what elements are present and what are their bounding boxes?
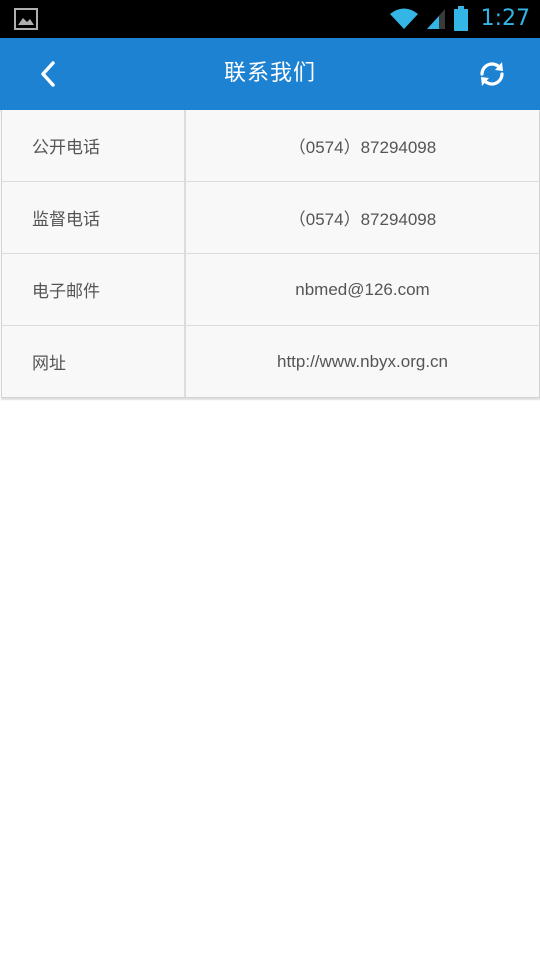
status-time: 1:27 xyxy=(480,6,530,31)
chevron-left-icon xyxy=(41,61,55,87)
page-title: 联系我们 xyxy=(223,61,316,86)
refresh-icon xyxy=(480,62,504,86)
status-bar: 1:27 xyxy=(0,0,540,38)
cell-signal-icon xyxy=(426,9,445,29)
image-notification-icon xyxy=(14,8,38,30)
contact-label: 电子邮件 xyxy=(2,254,186,325)
contact-value[interactable]: （0574）87294098 xyxy=(186,110,539,181)
contact-row-supervision-phone: 监督电话 （0574）87294098 xyxy=(2,182,539,254)
status-indicators: 1:27 xyxy=(389,0,530,38)
app-bar: 联系我们 xyxy=(0,38,540,110)
contact-label: 网址 xyxy=(2,326,186,397)
contact-label: 监督电话 xyxy=(2,182,186,253)
contact-value[interactable]: http://www.nbyx.org.cn xyxy=(186,326,539,397)
wifi-icon xyxy=(389,8,418,29)
battery-icon xyxy=(453,6,468,31)
contact-label: 公开电话 xyxy=(2,110,186,181)
contact-row-public-phone: 公开电话 （0574）87294098 xyxy=(2,110,539,182)
contact-value[interactable]: （0574）87294098 xyxy=(186,182,539,253)
refresh-button[interactable] xyxy=(470,54,514,94)
back-button[interactable] xyxy=(26,54,70,94)
contact-row-email: 电子邮件 nbmed@126.com xyxy=(2,254,539,326)
contact-row-website: 网址 http://www.nbyx.org.cn xyxy=(2,326,539,397)
contact-table: 公开电话 （0574）87294098 监督电话 （0574）87294098 … xyxy=(1,110,540,398)
contact-value[interactable]: nbmed@126.com xyxy=(186,254,539,325)
